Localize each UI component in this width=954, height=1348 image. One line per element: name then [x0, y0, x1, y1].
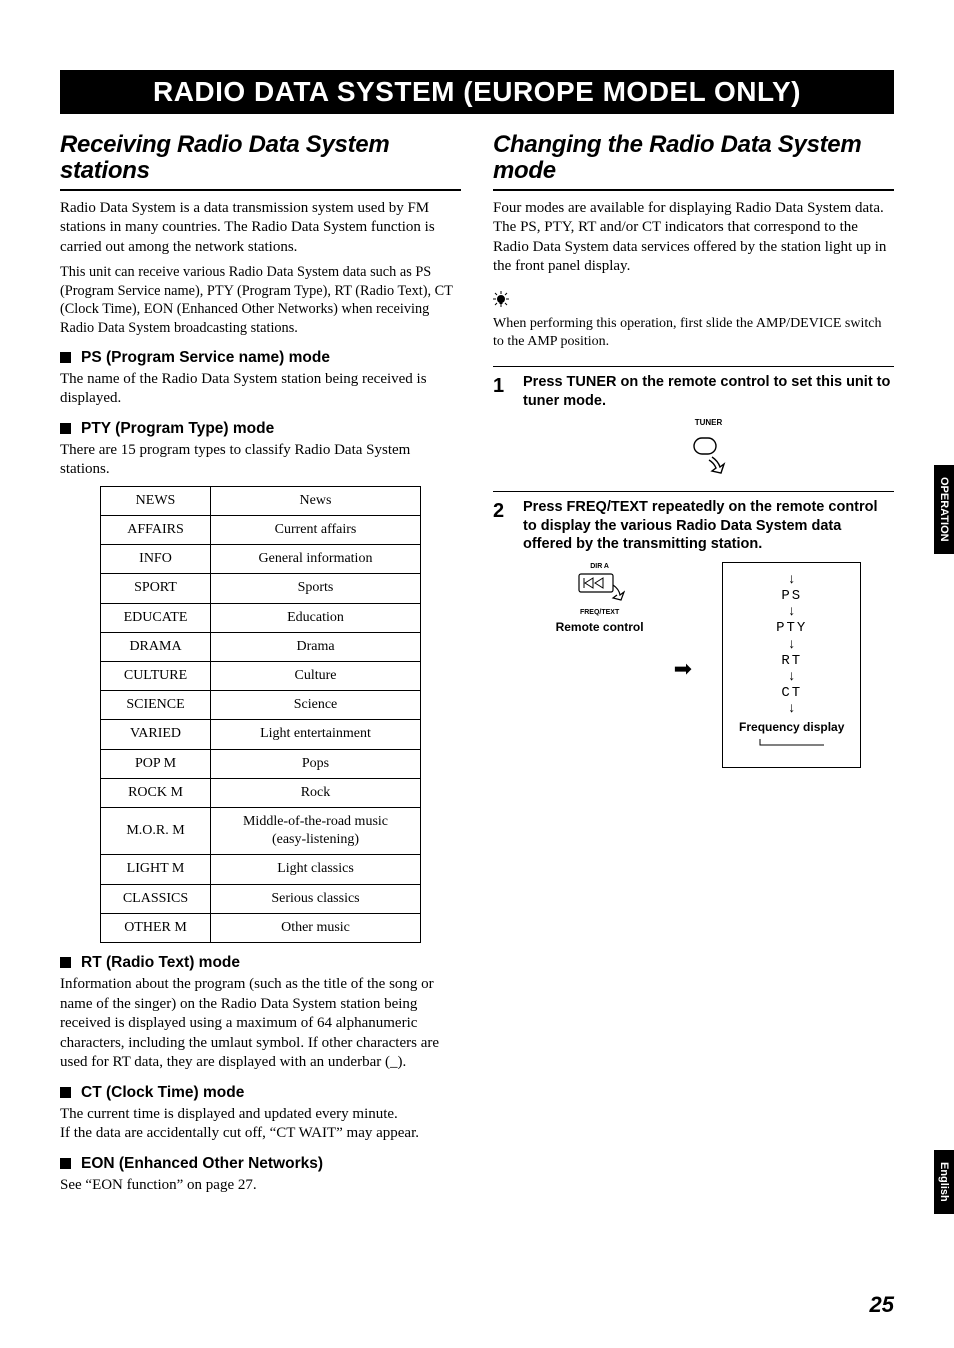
side-tabs: OPERATION English — [924, 0, 954, 1348]
dir-a-label: DIR A — [556, 562, 644, 571]
table-row: INFOGeneral information — [101, 545, 421, 574]
page-title: RADIO DATA SYSTEM (EUROPE MODEL ONLY) — [153, 76, 801, 107]
subhead-ps: PS (Program Service name) mode — [60, 348, 461, 368]
table-row: VARIEDLight entertainment — [101, 720, 421, 749]
step-2: 2 Press FREQ/TEXT repeatedly on the remo… — [493, 491, 894, 768]
subhead-rt: RT (Radio Text) mode — [60, 953, 461, 973]
table-row: OTHER MOther music — [101, 913, 421, 942]
page-title-banner: RADIO DATA SYSTEM (EUROPE MODEL ONLY) — [60, 70, 894, 114]
frequency-display-label: Frequency display — [739, 720, 844, 736]
step-1-text: Press TUNER on the remote control to set… — [523, 373, 894, 411]
para-eon: See “EON function” on page 27. — [60, 1176, 461, 1196]
square-bullet-icon — [60, 1158, 71, 1169]
section-head-changing: Changing the Radio Data System mode — [493, 132, 894, 191]
subhead-pty: PTY (Program Type) mode — [60, 419, 461, 439]
table-row: LIGHT MLight classics — [101, 855, 421, 884]
right-column: Changing the Radio Data System mode Four… — [493, 132, 894, 1201]
para-rds-intro: Radio Data System is a data transmission… — [60, 199, 461, 258]
mode-rt: RT — [739, 652, 844, 670]
para-ct-1: The current time is displayed and update… — [60, 1105, 461, 1125]
remote-control-caption: Remote control — [556, 620, 644, 636]
side-tab-operation: OPERATION — [934, 465, 954, 554]
para-ct-2: If the data are accidentally cut off, “C… — [60, 1124, 461, 1144]
freq-text-label: FREQ/TEXT — [556, 608, 644, 617]
square-bullet-icon — [60, 352, 71, 363]
arrow-right-icon: ➡ — [674, 655, 692, 684]
arrow-down-icon: ↓ — [739, 702, 844, 716]
section-head-receiving: Receiving Radio Data System stations — [60, 132, 461, 191]
note-amp-switch: When performing this operation, first sl… — [493, 315, 894, 351]
subhead-eon: EON (Enhanced Other Networks) — [60, 1154, 461, 1174]
table-row: NEWSNews — [101, 486, 421, 515]
side-tab-english: English — [934, 1150, 954, 1214]
loop-line-icon — [752, 739, 832, 749]
table-row: DRAMADrama — [101, 632, 421, 661]
tuner-button-label: TUNER — [523, 418, 894, 428]
freq-text-button-icon — [575, 571, 625, 601]
arrow-down-icon: ↓ — [739, 670, 844, 684]
step-2-number: 2 — [493, 498, 523, 768]
table-row: EDUCATEEducation — [101, 603, 421, 632]
table-row: CULTURECulture — [101, 662, 421, 691]
para-rt: Information about the program (such as t… — [60, 975, 461, 1073]
square-bullet-icon — [60, 1087, 71, 1098]
table-row: AFFAIRSCurrent affairs — [101, 516, 421, 545]
table-row: CLASSICSSerious classics — [101, 884, 421, 913]
table-row: SCIENCEScience — [101, 691, 421, 720]
step-1: 1 Press TUNER on the remote control to s… — [493, 366, 894, 477]
heading-changing: Changing the Radio Data System mode — [493, 132, 894, 185]
mode-ct: CT — [739, 684, 844, 702]
arrow-down-icon: ↓ — [739, 573, 844, 587]
table-row: SPORTSports — [101, 574, 421, 603]
mode-pty: PTY — [739, 619, 844, 637]
table-row: ROCK MRock — [101, 778, 421, 807]
subhead-ct: CT (Clock Time) mode — [60, 1083, 461, 1103]
heading-receiving: Receiving Radio Data System stations — [60, 132, 461, 185]
step-2-text: Press FREQ/TEXT repeatedly on the remote… — [523, 498, 894, 555]
tip-icon — [493, 291, 509, 307]
arrow-down-icon: ↓ — [739, 605, 844, 619]
para-pty: There are 15 program types to classify R… — [60, 441, 461, 480]
step-1-number: 1 — [493, 373, 523, 477]
table-row: POP MPops — [101, 749, 421, 778]
arrow-down-icon: ↓ — [739, 638, 844, 652]
para-rds-types: This unit can receive various Radio Data… — [60, 263, 461, 337]
mode-ps: PS — [739, 587, 844, 605]
table-row: M.O.R. MMiddle-of-the-road music (easy-l… — [101, 807, 421, 854]
para-modes: Four modes are available for displaying … — [493, 199, 894, 277]
pty-table: NEWSNews AFFAIRSCurrent affairs INFOGene… — [100, 486, 421, 943]
square-bullet-icon — [60, 423, 71, 434]
para-ps: The name of the Radio Data System statio… — [60, 370, 461, 409]
page-number: 25 — [870, 1292, 894, 1318]
mode-sequence-box: ↓ PS ↓ PTY ↓ RT ↓ CT ↓ — [722, 562, 861, 768]
tuner-button-icon — [688, 435, 730, 477]
left-column: Receiving Radio Data System stations Rad… — [60, 132, 461, 1201]
square-bullet-icon — [60, 957, 71, 968]
